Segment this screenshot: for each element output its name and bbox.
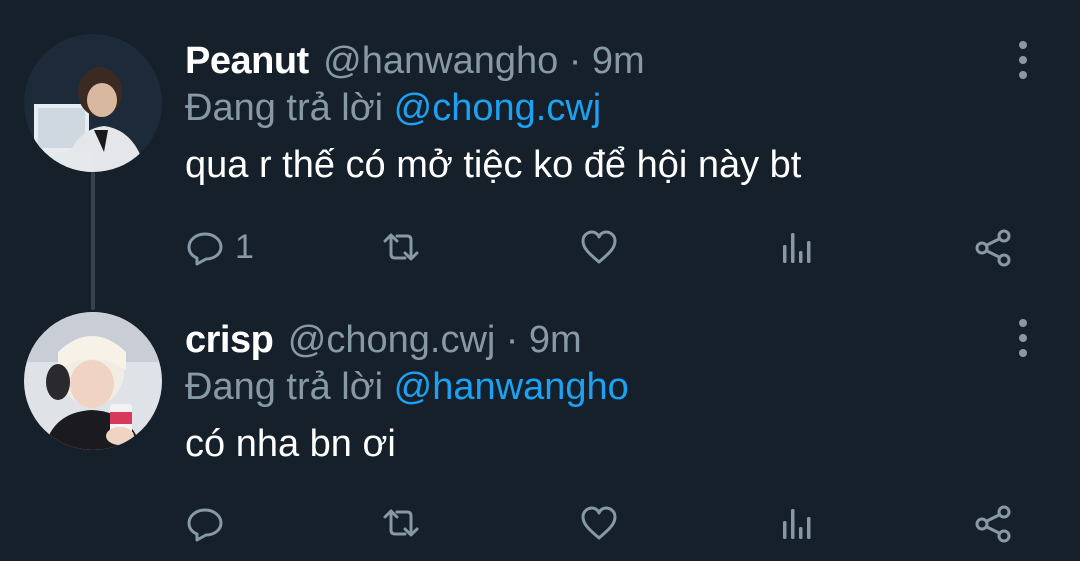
reply-count: 1 xyxy=(235,227,254,266)
share-button[interactable] xyxy=(973,223,1013,271)
retweet-icon xyxy=(383,509,419,537)
replying-to: Đang trả lời @hanwangho xyxy=(185,365,1020,413)
tweet-thread: Peanut @hanwangho · 9m Đang trả lời @cho… xyxy=(0,0,1080,561)
reply-icon xyxy=(187,232,223,266)
tweet-content: Peanut @hanwangho · 9m Đang trả lời @cho… xyxy=(185,38,1020,190)
avatar[interactable] xyxy=(24,34,162,172)
analytics-button[interactable] xyxy=(777,223,817,271)
tweet-header: crisp @chong.cwj · 9m xyxy=(185,317,1020,365)
separator-dot: · xyxy=(505,319,519,361)
replying-to-label: Đang trả lời xyxy=(185,87,384,129)
tweet-header: Peanut @hanwangho · 9m xyxy=(185,38,1020,86)
tweet-text: có nha bn ơi xyxy=(185,423,396,465)
tweet-actions xyxy=(185,499,1025,547)
replying-to-mention[interactable]: @hanwangho xyxy=(394,366,629,408)
avatar-photo-peanut xyxy=(24,34,162,172)
share-icon xyxy=(975,229,1011,267)
user-handle[interactable]: @chong.cwj xyxy=(288,319,496,361)
reply-button[interactable] xyxy=(185,499,235,547)
separator-dot: · xyxy=(568,40,582,82)
tweet-text: qua r thế có mở tiệc ko để hội này bt xyxy=(185,144,802,186)
analytics-icon xyxy=(783,509,811,539)
analytics-icon xyxy=(783,233,811,263)
replying-to-mention[interactable]: @chong.cwj xyxy=(394,87,602,129)
more-vertical-icon xyxy=(1019,41,1027,49)
more-vertical-icon xyxy=(1019,319,1027,327)
tweet-content: crisp @chong.cwj · 9m Đang trả lời @hanw… xyxy=(185,317,1020,469)
heart-icon xyxy=(581,506,617,540)
retweet-button[interactable] xyxy=(381,223,421,271)
retweet-button[interactable] xyxy=(381,499,421,547)
display-name[interactable]: crisp xyxy=(185,319,274,361)
reply-icon xyxy=(187,508,223,542)
like-button[interactable] xyxy=(579,223,619,271)
tweet[interactable]: Peanut @hanwangho · 9m Đang trả lời @cho… xyxy=(0,0,1080,290)
display-name[interactable]: Peanut xyxy=(185,40,309,82)
avatar[interactable] xyxy=(24,312,162,450)
heart-icon xyxy=(581,230,617,264)
user-handle[interactable]: @hanwangho xyxy=(323,40,558,82)
tweet-timestamp[interactable]: 9m xyxy=(592,40,645,82)
tweet-timestamp[interactable]: 9m xyxy=(529,319,582,361)
analytics-button[interactable] xyxy=(777,499,817,547)
share-icon xyxy=(975,505,1011,543)
like-button[interactable] xyxy=(579,499,619,547)
more-options-button[interactable] xyxy=(1008,312,1038,364)
share-button[interactable] xyxy=(973,499,1013,547)
avatar-photo-crisp xyxy=(24,312,162,450)
replying-to: Đang trả lời @chong.cwj xyxy=(185,86,1020,134)
reply-button[interactable]: 1 xyxy=(185,223,254,271)
tweet-actions: 1 xyxy=(185,223,1025,271)
tweet[interactable]: crisp @chong.cwj · 9m Đang trả lời @hanw… xyxy=(0,290,1080,561)
replying-to-label: Đang trả lời xyxy=(185,366,384,408)
retweet-icon xyxy=(383,233,419,261)
more-options-button[interactable] xyxy=(1008,34,1038,86)
